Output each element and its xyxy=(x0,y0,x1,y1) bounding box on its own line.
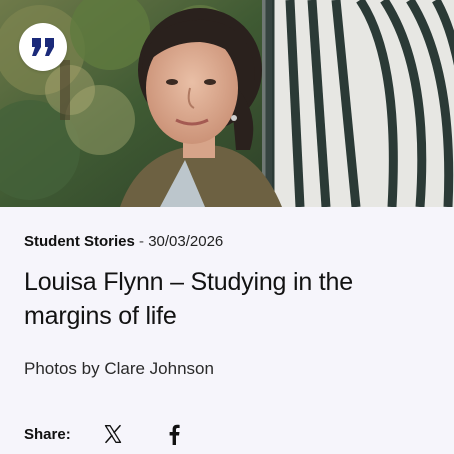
share-x-button[interactable] xyxy=(101,422,125,446)
hero-photo xyxy=(0,0,454,207)
category-link[interactable]: Student Stories xyxy=(24,233,135,250)
share-facebook-button[interactable] xyxy=(162,422,186,446)
article-meta: Student Stories - 30/03/2026 xyxy=(24,232,223,252)
meta-separator: - xyxy=(134,233,149,250)
share-label: Share: xyxy=(24,425,71,443)
quote-badge xyxy=(19,23,67,71)
share-bar: Share: xyxy=(24,422,186,446)
publish-date: 30/03/2026 xyxy=(148,233,224,250)
facebook-icon xyxy=(169,424,180,445)
article-title: Louisa Flynn – Studying in the margins o… xyxy=(24,268,353,330)
quote-icon xyxy=(32,38,54,56)
x-twitter-icon xyxy=(104,424,121,444)
hero-image xyxy=(0,0,454,207)
photo-credit: Photos by Clare Johnson xyxy=(24,359,214,378)
